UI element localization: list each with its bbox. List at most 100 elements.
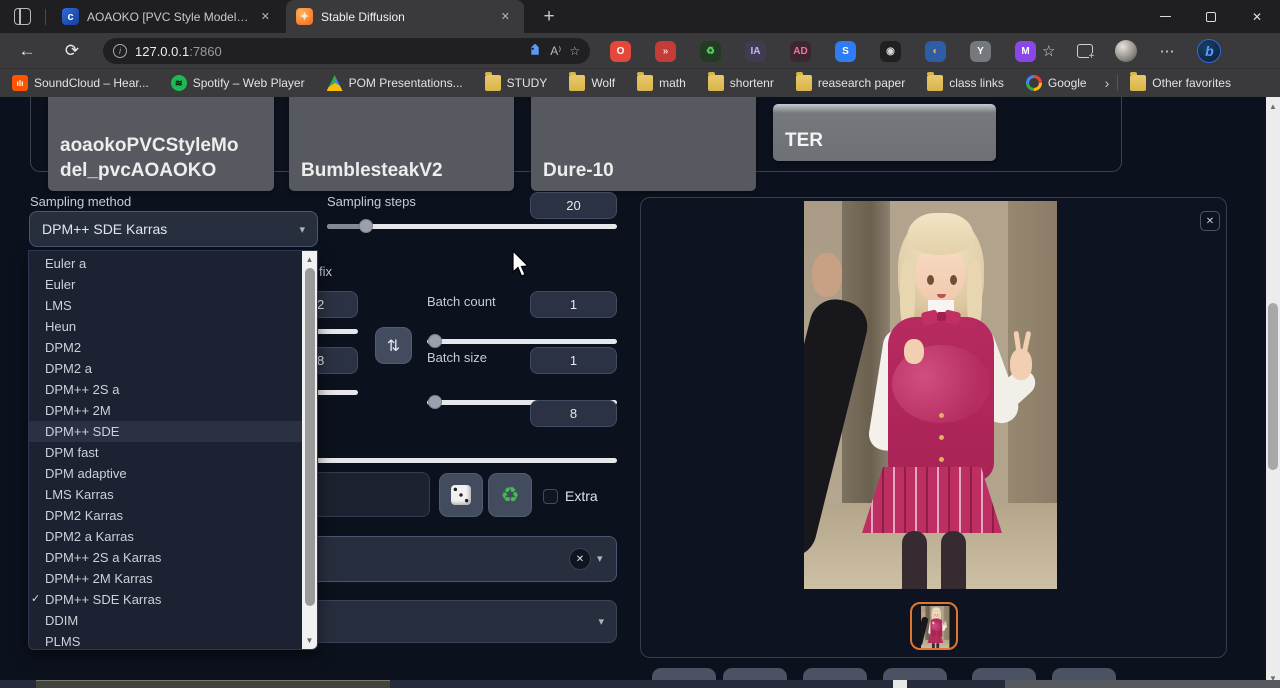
extension-icon[interactable]: » [655,41,676,62]
batch-count-value[interactable]: 1 [530,291,617,318]
extension-icon[interactable]: S [835,41,856,62]
dropdown-option[interactable]: DDIM [29,610,303,631]
scroll-up-icon[interactable]: ▲ [1266,102,1280,111]
stable-diffusion-page: aoaokoPVCStyleMo del_pvcAOAOKO Bumbleste… [0,97,1280,688]
page-scrollbar[interactable]: ▲ ▼ [1266,97,1280,688]
scroll-down-icon[interactable]: ▼ [302,636,317,645]
sampling-steps-value[interactable]: 20 [530,192,617,219]
extension-icon[interactable]: AD [790,41,811,62]
generated-image[interactable] [804,201,1057,589]
batch-size-value[interactable]: 1 [530,347,617,374]
scrollbar-thumb[interactable] [305,268,315,606]
bookmark-item[interactable]: Google [1026,75,1087,91]
dropdown-option[interactable]: DPM++ 2M [29,400,303,421]
add-favorite-star-icon[interactable]: ☆ [569,44,580,58]
checkpoint-card[interactable]: Dure-10 [531,97,756,191]
dropdown-option[interactable]: DPM++ 2M Karras [29,568,303,589]
scroll-up-icon[interactable]: ▲ [302,255,317,264]
bookmark-item[interactable]: Spotify – Web Player [171,75,305,91]
extension-icon[interactable]: M [1015,41,1036,62]
collections-icon[interactable] [1077,44,1093,58]
dropdown-option[interactable]: DPM2 Karras [29,505,303,526]
address-bar[interactable]: i 127.0.0.1:7860 A⁾ ☆ [103,38,590,64]
dropdown-option[interactable]: LMS Karras [29,484,303,505]
other-favorites[interactable]: Other favorites [1130,75,1231,91]
url-text[interactable]: 127.0.0.1:7860 [135,44,520,59]
extension-icon[interactable]: IA [745,41,766,62]
bookmark-item[interactable]: shortenr [708,75,774,91]
dropdown-option[interactable]: DPM2 a [29,358,303,379]
horizontal-scrollbar-thumb[interactable] [36,680,390,688]
chevron-down-icon: ▾ [597,552,603,565]
dropdown-option[interactable]: LMS [29,295,303,316]
checkpoint-card-selected[interactable]: TER [773,104,996,161]
batch-count-slider[interactable] [427,339,617,344]
random-seed-button[interactable] [439,473,483,517]
checkpoint-card[interactable]: BumblesteakV2 [289,97,514,191]
profile-avatar[interactable] [1115,40,1137,62]
close-gallery-button[interactable]: ✕ [1200,211,1220,231]
close-tab-icon[interactable]: ✕ [257,8,274,25]
gallery-thumbnail[interactable] [910,602,958,650]
bookmark-item[interactable]: POM Presentations... [327,75,463,91]
tag-icon[interactable] [528,44,542,58]
new-tab-button[interactable]: + [536,4,562,30]
swap-dimensions-button[interactable]: ⇅ [375,327,412,364]
bookmarks-overflow-chevron[interactable]: › [1105,75,1110,91]
slider-handle[interactable] [428,334,442,348]
bookmark-item[interactable]: SoundCloud – Hear... [12,75,149,91]
dropdown-option[interactable]: DPM2 [29,337,303,358]
generated-image[interactable] [921,606,949,649]
refresh-button[interactable]: ⟳ [61,40,83,62]
dropdown-option[interactable]: ✓DPM++ SDE Karras [29,589,303,610]
extension-icon[interactable]: ◐ [925,41,946,62]
clear-styles-icon[interactable]: ✕ [569,548,591,570]
tab-stable-diffusion[interactable]: ✦ Stable Diffusion ✕ [286,0,524,33]
sampling-method-select[interactable]: DPM++ SDE Karras ▾ [29,211,318,247]
dropdown-option[interactable]: DPM fast [29,442,303,463]
horizontal-scrollbar-track[interactable] [390,680,1005,688]
tab-civitai[interactable]: c AOAOKO [PVC Style Model] - PV ✕ [52,0,284,33]
bookmark-item[interactable]: math [637,75,686,91]
option-label: DPM++ 2M Karras [45,571,153,586]
bookmark-item[interactable]: Wolf [569,75,615,91]
minimize-button[interactable] [1142,0,1188,33]
dropdown-option[interactable]: DPM adaptive [29,463,303,484]
extension-icon[interactable]: ◉ [880,41,901,62]
dropdown-scrollbar[interactable]: ▲ ▼ [302,251,317,649]
dropdown-option[interactable]: PLMS [29,631,303,652]
close-window-button[interactable]: ✕ [1234,0,1280,33]
back-button[interactable]: ← [16,40,38,62]
slider-handle[interactable] [359,219,373,233]
hires-fix-label-fragment[interactable]: fix [319,264,332,279]
dropdown-option[interactable]: DPM++ 2S a Karras [29,547,303,568]
checkpoint-card[interactable]: aoaokoPVCStyleMo del_pvcAOAOKO [48,97,274,191]
dropdown-option[interactable]: DPM++ SDE [29,421,303,442]
dropdown-option[interactable]: DPM2 a Karras [29,526,303,547]
dropdown-option[interactable]: Euler [29,274,303,295]
restore-button[interactable] [1188,0,1234,33]
extension-icon[interactable]: O [610,41,631,62]
cfg-scale-value[interactable]: 8 [530,400,617,427]
close-tab-icon[interactable]: ✕ [497,8,514,25]
site-info-icon[interactable]: i [113,44,127,58]
extra-seed-checkbox[interactable] [543,489,558,504]
bookmark-item[interactable]: reasearch paper [796,75,905,91]
bing-chat-icon[interactable]: b [1197,39,1221,63]
slider-handle[interactable] [428,395,442,409]
extension-icon[interactable]: ♻ [700,41,721,62]
bookmark-item[interactable]: class links [927,75,1004,91]
scrollbar-thumb[interactable] [1268,303,1278,470]
extension-icon[interactable]: Y [970,41,991,62]
dropdown-option[interactable]: Euler a [29,253,303,274]
favorites-bar-icon[interactable]: ☆ [1042,42,1055,60]
dropdown-option[interactable]: Heun [29,316,303,337]
tab-workspaces-icon[interactable] [14,8,31,25]
read-aloud-icon[interactable]: A⁾ [550,44,561,58]
dropdown-option[interactable]: DPM++ 2S a [29,379,303,400]
sampling-steps-slider[interactable] [327,224,617,229]
reuse-seed-button[interactable]: ♻ [488,473,532,517]
settings-menu-icon[interactable]: ⋯ [1159,42,1175,60]
bookmark-item[interactable]: STUDY [485,75,548,91]
bookmark-label: Spotify – Web Player [193,76,305,90]
